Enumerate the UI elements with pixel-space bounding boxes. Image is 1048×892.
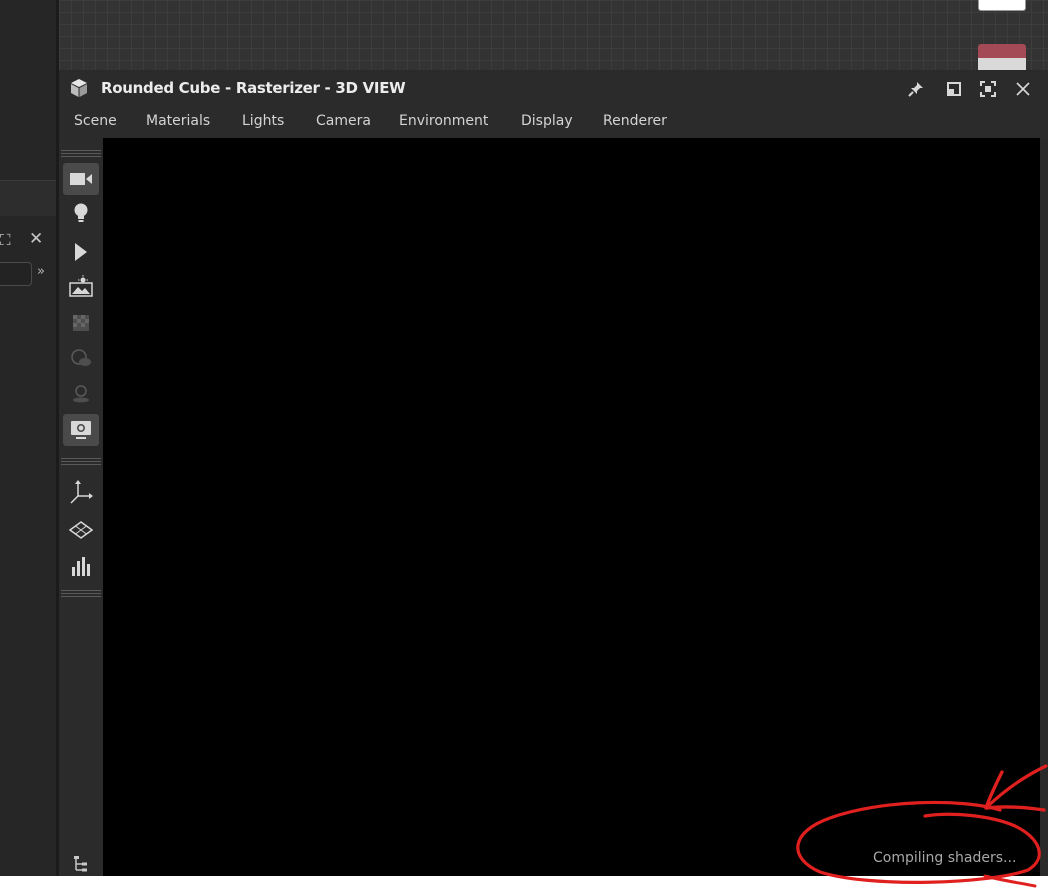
left-panel-header [0,180,56,216]
float-window-icon[interactable] [943,78,965,100]
menu-display[interactable]: Display [521,113,573,129]
texture-icon[interactable] [63,307,99,339]
display-settings-icon[interactable] [63,414,99,446]
graph-node-white[interactable] [978,0,1026,11]
grid-plane-icon[interactable] [63,514,99,546]
axis-gizmo-icon[interactable] [63,476,99,508]
status-compiling-text: Compiling shaders... [873,850,1017,866]
graph-node-red[interactable] [978,44,1026,70]
3d-viewport[interactable] [103,138,1040,876]
left-side-panel [0,0,56,876]
sphere-icon[interactable] [63,342,99,374]
menu-camera[interactable]: Camera [316,113,371,129]
tool-strip-grip[interactable] [61,150,101,157]
close-icon[interactable] [1012,78,1034,100]
menu-scene[interactable]: Scene [74,113,117,129]
menu-lights[interactable]: Lights [242,113,284,129]
menu-materials[interactable]: Materials [146,113,210,129]
cube-icon [71,79,87,97]
bottom-blank-area [0,876,1048,892]
shadow-icon[interactable] [63,378,99,410]
maximize-icon[interactable] [977,78,999,100]
menu-environment[interactable]: Environment [399,113,488,129]
select-arrow-icon[interactable] [63,236,99,268]
tool-strip-separator [61,458,101,465]
tool-strip-separator-2 [61,590,101,597]
window-title: Rounded Cube - Rasterizer - 3D VIEW [101,79,406,97]
left-panel-maximize-icon[interactable]: ⛶ [0,231,11,249]
left-panel-search-input[interactable] [0,262,32,286]
camera-icon[interactable] [63,163,99,195]
environment-image-icon[interactable] [63,270,99,302]
menu-renderer[interactable]: Renderer [603,113,667,129]
left-panel-close-icon[interactable]: ✕ [29,230,43,248]
light-bulb-icon[interactable] [63,197,99,229]
pin-icon[interactable] [905,78,927,100]
expand-chevron-icon[interactable]: » [37,264,45,279]
statistics-icon[interactable] [63,550,99,582]
node-graph-canvas[interactable] [59,0,1048,70]
